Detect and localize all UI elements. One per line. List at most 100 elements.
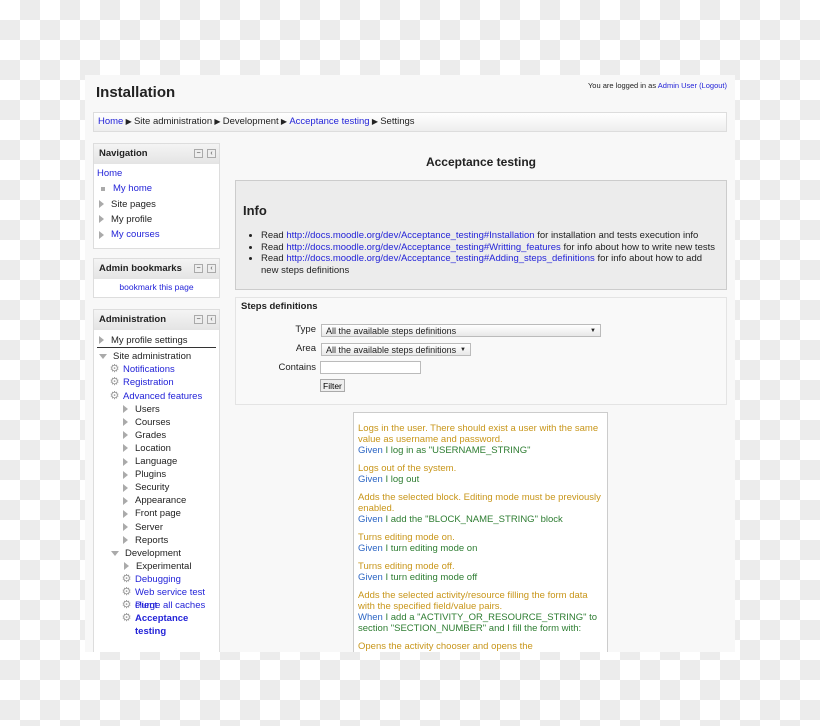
info-item: Read http://docs.moodle.org/dev/Acceptan…	[261, 253, 719, 276]
breadcrumb-separator-icon: ▶	[123, 117, 134, 126]
info-item: Read http://docs.moodle.org/dev/Acceptan…	[261, 242, 719, 254]
step-text: I add the "BLOCK_NAME_STRING" block	[385, 514, 563, 525]
nav-item[interactable]: Site pages	[97, 197, 216, 212]
breadcrumb-separator-icon: ▶	[212, 117, 223, 126]
nav-item-label: Site pages	[111, 198, 156, 210]
gear-icon: ⚙	[109, 389, 120, 402]
breadcrumb: Home ▶ Site administration ▶ Development…	[93, 112, 727, 132]
admin-tree-item[interactable]: ⚙ Purge all caches	[97, 599, 216, 612]
expand-icon	[123, 470, 128, 479]
type-select[interactable]: All the available steps definitions ▼	[321, 324, 601, 337]
admin-tree-item[interactable]: ⚙ Notifications	[97, 363, 216, 376]
filter-button[interactable]: Filter	[320, 379, 345, 392]
gear-icon: ⚙	[109, 376, 120, 389]
expand-icon	[123, 483, 128, 492]
nav-item[interactable]: My courses	[97, 227, 216, 242]
expand-icon	[123, 509, 128, 518]
docs-link[interactable]: http://docs.moodle.org/dev/Acceptance_te…	[286, 230, 534, 241]
admin-tree-item[interactable]: ⚙ Web service test client	[97, 586, 216, 611]
admin-tree-item[interactable]: Reports	[97, 534, 216, 547]
nav-item-label: My home	[113, 183, 153, 195]
contains-input[interactable]	[320, 361, 421, 374]
navigation-block: Navigation − ‹ Home My home Site pages My pr…	[93, 143, 220, 249]
minimize-icon[interactable]: −	[194, 315, 203, 324]
admin-tree-item[interactable]: Courses	[97, 416, 216, 429]
admin-tree-item[interactable]: Appearance	[97, 494, 216, 507]
dock-icon[interactable]: ‹	[207, 315, 216, 324]
admin-tree-item[interactable]: ⚙ Debugging	[97, 573, 216, 586]
step-keyword: Given	[358, 572, 383, 583]
step-keyword: When	[358, 612, 383, 623]
admin-tree-item[interactable]: Site administration	[97, 350, 216, 363]
admin-tree-item[interactable]: ⚙ Acceptance testing	[97, 612, 216, 638]
docs-link[interactable]: http://docs.moodle.org/dev/Acceptance_te…	[286, 253, 594, 264]
nav-item[interactable]: My home	[97, 181, 216, 196]
administration-block: Administration − ‹ My profile settings Site…	[93, 309, 220, 652]
breadcrumb-item[interactable]: Home	[98, 116, 123, 127]
logout-link[interactable]: (Logout)	[699, 81, 727, 90]
admin-tree-label: Site administration	[113, 351, 192, 363]
admin-tree-label: Notifications	[123, 364, 175, 376]
step-definitions-list: Logs in the user. There should exist a u…	[353, 412, 608, 652]
info-item: Read http://docs.moodle.org/dev/Acceptan…	[261, 230, 719, 242]
breadcrumb-item: Site administration	[133, 116, 213, 127]
admin-tree-item[interactable]: Front page	[97, 507, 216, 520]
step-text: I log out	[385, 474, 420, 485]
step-keyword: Given	[358, 474, 383, 485]
bookmark-link[interactable]: bookmark this page	[119, 282, 193, 292]
expand-icon	[123, 405, 128, 414]
admin-tree-item[interactable]: Users	[97, 403, 216, 416]
admin-tree-item[interactable]: Development	[97, 547, 216, 560]
expand-icon	[99, 336, 104, 345]
step-definition: Adds the selected block. Editing mode mu…	[358, 492, 603, 525]
block-title: Navigation	[99, 148, 148, 159]
admin-bookmarks-block: Admin bookmarks − ‹ bookmark this page	[93, 258, 220, 298]
area-select[interactable]: All the available steps definitions ▼	[321, 343, 471, 356]
breadcrumb-item[interactable]: Acceptance testing	[289, 116, 369, 127]
minimize-icon[interactable]: −	[194, 264, 203, 273]
step-definition: Adds the selected activity/resource fill…	[358, 590, 603, 634]
step-line: Given I add the "BLOCK_NAME_STRING" bloc…	[358, 514, 603, 525]
docs-link[interactable]: http://docs.moodle.org/dev/Acceptance_te…	[286, 242, 560, 253]
user-link[interactable]: Admin User	[658, 81, 697, 90]
step-line: Given I turn editing mode on	[358, 543, 603, 554]
collapse-icon	[111, 550, 119, 556]
info-text: for info about how to write new tests	[563, 241, 715, 253]
main-heading: Acceptance testing	[425, 155, 537, 169]
step-description: Logs in the user. There should exist a u…	[358, 423, 599, 445]
expand-icon	[99, 230, 104, 239]
nav-item-label: My profile	[111, 213, 153, 225]
admin-tree-item[interactable]: Location	[97, 442, 216, 455]
admin-tree-item[interactable]: Plugins	[97, 468, 216, 481]
admin-tree-item[interactable]: ⚙ Advanced features	[97, 390, 216, 403]
nav-item[interactable]: My profile	[97, 212, 216, 227]
admin-tree-item[interactable]: Language	[97, 455, 216, 468]
breadcrumb-item: Settings	[380, 116, 415, 127]
breadcrumb-item: Development	[222, 116, 279, 127]
admin-tree-item[interactable]: Server	[97, 521, 216, 534]
admin-tree-item[interactable]: Experimental	[97, 560, 216, 573]
admin-tree-label: Grades	[135, 429, 167, 441]
admin-tree-label: Acceptance testing	[135, 613, 189, 638]
minimize-icon[interactable]: −	[194, 149, 203, 158]
dropdown-arrow-icon: ▼	[590, 328, 596, 334]
admin-tree-item[interactable]: My profile settings	[97, 333, 216, 349]
page-title: Installation	[96, 84, 176, 101]
dock-icon[interactable]: ‹	[207, 264, 216, 273]
admin-tree-item[interactable]: Grades	[97, 429, 216, 442]
info-text: Read	[261, 230, 284, 241]
admin-tree-item[interactable]: Security	[97, 481, 216, 494]
admin-tree-item[interactable]: ⚙ Registration	[97, 376, 216, 389]
dock-icon[interactable]: ‹	[207, 149, 216, 158]
dropdown-arrow-icon: ▼	[460, 347, 466, 353]
expand-icon	[123, 523, 128, 531]
admin-tree-label: Experimental	[136, 560, 192, 572]
step-line: When I add a "ACTIVITY_OR_RESOURCE_STRIN…	[358, 612, 603, 634]
admin-tree-label: Users	[135, 403, 160, 415]
gear-icon: ⚙	[109, 363, 120, 376]
step-keyword: Given	[358, 543, 383, 554]
block-title: Administration	[99, 314, 167, 325]
nav-home[interactable]: Home	[97, 168, 122, 179]
form-legend: Steps definitions	[241, 301, 318, 312]
step-description: Logs out of the system.	[358, 463, 457, 474]
